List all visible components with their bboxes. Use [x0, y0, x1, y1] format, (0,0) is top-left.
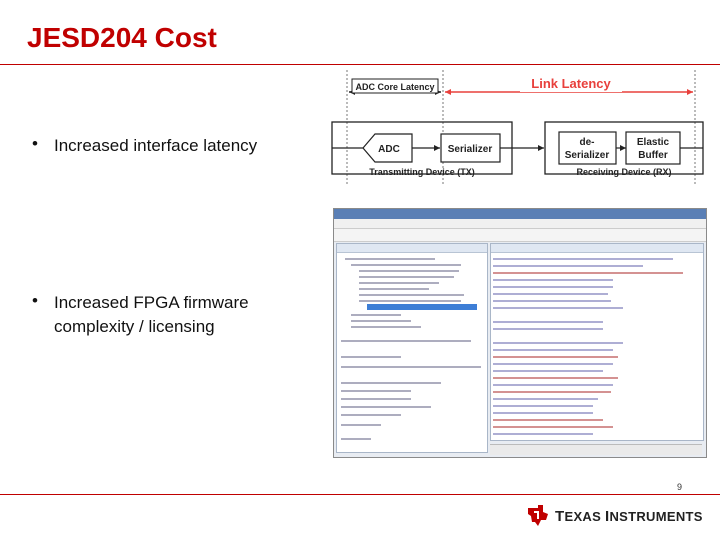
ide-menu-bar [334, 219, 706, 229]
elastic-label-2: Buffer [638, 150, 668, 161]
ide-project-pane [336, 243, 488, 453]
slide-title: JESD204 Cost [27, 22, 217, 53]
elastic-label-1: Elastic [637, 137, 670, 148]
ti-logo-text: TEXAS INSTRUMENTS [555, 508, 703, 525]
latency-diagram: ADC Core Latency Link Latency ADC Serial… [331, 70, 704, 184]
bullet-text-line1: Increased FPGA firmware [54, 293, 249, 312]
serializer-block-label: Serializer [448, 144, 493, 155]
rx-device-label: Receiving Device (RX) [576, 167, 671, 177]
footer-divider [0, 494, 720, 495]
title-divider [0, 64, 720, 65]
bullet-text: Increased interface latency [54, 136, 258, 155]
tx-device-label: Transmitting Device (TX) [369, 167, 475, 177]
adc-block-label: ADC [378, 144, 400, 155]
ide-code-editor [490, 243, 704, 441]
page-number: 9 [677, 482, 683, 492]
deserializer-label-1: de- [580, 137, 595, 148]
deserializer-label-2: Serializer [565, 150, 610, 161]
adc-latency-label: ADC Core Latency [355, 82, 434, 92]
bullet-text-line2: complexity / licensing [54, 317, 215, 336]
ide-title-bar [334, 209, 706, 219]
ide-status-bar [490, 444, 702, 455]
bullet-marker: • [32, 291, 38, 310]
ide-toolbar [334, 229, 706, 242]
ide-screenshot [333, 208, 707, 458]
bullet-marker: • [32, 134, 38, 153]
link-latency-label: Link Latency [531, 76, 611, 91]
